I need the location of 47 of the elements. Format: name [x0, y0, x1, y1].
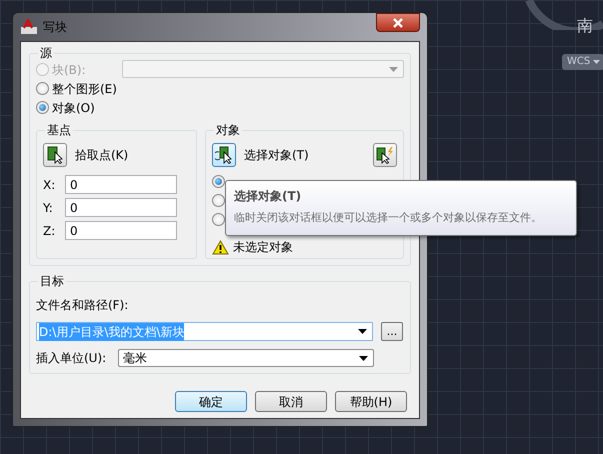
quick-select-button[interactable] — [373, 143, 397, 167]
close-button[interactable] — [376, 13, 420, 32]
pick-point-button[interactable] — [43, 143, 67, 167]
coordinate-field[interactable]: 0 — [65, 175, 177, 194]
pick-point-label: 拾取点(K) — [75, 147, 128, 164]
app-icon — [20, 19, 38, 35]
radio-button[interactable] — [36, 101, 49, 114]
select-objects-button[interactable] — [212, 143, 236, 167]
group-title: 基点 — [46, 123, 72, 137]
radio-button[interactable] — [212, 175, 225, 188]
radio-label: 整个图形(E) — [52, 80, 117, 98]
file-path-label: 文件名和路径(F): — [36, 297, 130, 314]
quick-select-icon — [376, 146, 394, 164]
compass-direction[interactable]: 南 — [577, 14, 593, 38]
radio-button[interactable] — [212, 194, 225, 207]
dialog-button[interactable]: 确定 — [175, 391, 247, 412]
pick-point-icon — [47, 146, 63, 164]
coordinate-label: Y: — [43, 200, 54, 216]
select-objects-icon — [215, 146, 233, 164]
radio-button[interactable] — [212, 213, 225, 226]
radio-button[interactable] — [36, 82, 49, 95]
window-title: 写块 — [43, 19, 67, 36]
tooltip-text: 临时关闭该对话框以便可以选择一个或多个对象以保存至文件。 — [234, 210, 543, 226]
select-objects-label: 选择对象(T) — [244, 147, 309, 164]
dropdown-arrow-icon — [358, 329, 367, 334]
warning-icon — [212, 240, 229, 254]
radio-label: 对象(O) — [52, 100, 95, 116]
units-dropdown[interactable]: 毫米 — [118, 349, 374, 367]
dialog-button[interactable]: 取消 — [255, 391, 327, 412]
wcs-menu[interactable]: WCS — [562, 54, 603, 70]
dropdown-arrow-icon — [593, 60, 600, 64]
tooltip-title: 选择对象(T) — [234, 188, 302, 205]
warning-text: 未选定对象 — [233, 239, 293, 256]
dialog-button[interactable]: 帮助(H) — [335, 391, 407, 412]
close-icon — [392, 18, 404, 28]
dropdown-arrow-icon — [389, 66, 398, 72]
coordinate-field[interactable]: 0 — [65, 198, 177, 217]
coordinate-label: Z: — [43, 222, 56, 240]
browse-button[interactable]: ... — [381, 322, 403, 341]
radio-label: 块(B): — [52, 62, 86, 78]
coordinate-label: X: — [43, 176, 56, 194]
coordinate-field[interactable]: 0 — [65, 221, 177, 240]
group-title: 源 — [39, 46, 53, 60]
dropdown-arrow-icon — [359, 356, 368, 360]
group-title: 对象 — [215, 123, 241, 137]
units-label: 插入单位(U): — [36, 350, 108, 367]
group-title: 目标 — [39, 274, 65, 288]
